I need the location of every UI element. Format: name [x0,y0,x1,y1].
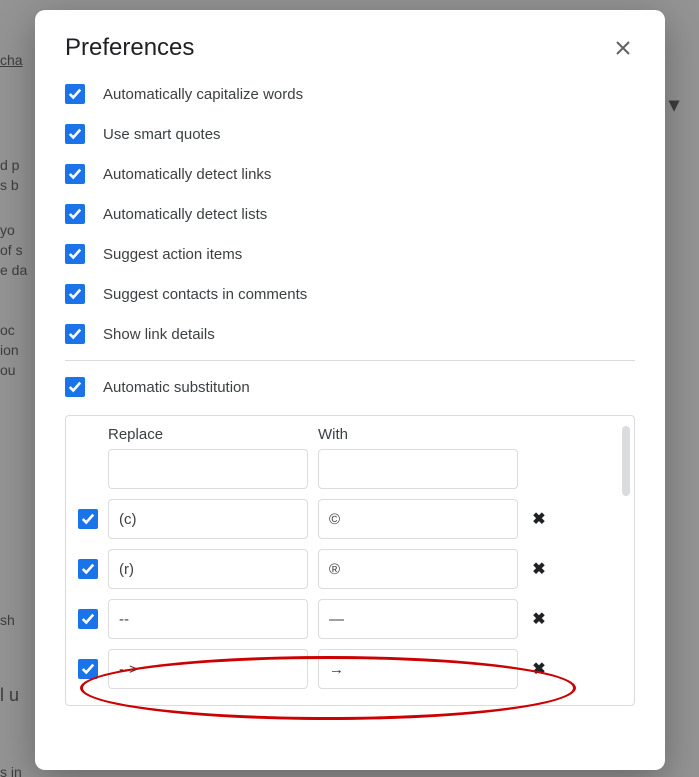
option-label: Automatic substitution [103,379,250,396]
row-checkbox[interactable] [78,609,98,629]
option-action-items[interactable]: Suggest action items [65,244,635,264]
table-row [78,449,622,489]
divider [65,360,635,361]
option-label: Suggest action items [103,246,242,263]
delete-row-button[interactable]: ✖ [528,609,550,629]
page-root: cha d p s b yo of s e da oc ion ou sh l … [0,0,699,777]
checkbox[interactable] [65,377,85,397]
checkbox[interactable] [65,284,85,304]
option-auto-capitalize[interactable]: Automatically capitalize words [65,84,635,104]
row-checkbox[interactable] [78,659,98,679]
dialog-title: Preferences [65,34,194,62]
delete-row-button[interactable]: ✖ [528,659,550,679]
general-options: Automatically capitalize words Use smart… [65,84,635,344]
table-row: ✖ [78,499,622,539]
replace-input[interactable] [108,649,308,689]
checkbox[interactable] [65,324,85,344]
option-label: Suggest contacts in comments [103,286,307,303]
table-header: Replace With [78,426,622,443]
row-checkbox[interactable] [78,509,98,529]
checkbox[interactable] [65,244,85,264]
option-suggest-contacts[interactable]: Suggest contacts in comments [65,284,635,304]
close-button[interactable] [611,36,635,60]
column-header-with: With [318,426,518,443]
column-header-replace: Replace [108,426,308,443]
preferences-dialog: Preferences Automatically capitalize wor… [35,10,665,770]
with-input[interactable] [318,499,518,539]
option-label: Automatically detect links [103,166,271,183]
replace-input[interactable] [108,549,308,589]
checkbox[interactable] [65,124,85,144]
close-icon [615,40,631,56]
with-input[interactable] [318,549,518,589]
checkbox[interactable] [65,164,85,184]
scrollbar[interactable] [622,426,630,496]
checkbox[interactable] [65,204,85,224]
option-label: Automatically detect lists [103,206,267,223]
option-detect-lists[interactable]: Automatically detect lists [65,204,635,224]
with-input[interactable] [318,599,518,639]
replace-input[interactable] [108,449,308,489]
replace-input[interactable] [108,599,308,639]
option-link-details[interactable]: Show link details [65,324,635,344]
with-input[interactable] [318,649,518,689]
replace-input[interactable] [108,499,308,539]
with-input[interactable] [318,449,518,489]
delete-row-button[interactable]: ✖ [528,559,550,579]
table-row: ✖ [78,649,622,689]
option-label: Show link details [103,326,215,343]
option-label: Automatically capitalize words [103,86,303,103]
delete-row-button[interactable]: ✖ [528,509,550,529]
table-row: ✖ [78,549,622,589]
table-row: ✖ [78,599,622,639]
substitution-table: Replace With ✖ [65,415,635,706]
checkbox[interactable] [65,84,85,104]
option-smart-quotes[interactable]: Use smart quotes [65,124,635,144]
option-auto-substitution[interactable]: Automatic substitution [65,377,635,397]
option-label: Use smart quotes [103,126,221,143]
option-detect-links[interactable]: Automatically detect links [65,164,635,184]
row-checkbox[interactable] [78,559,98,579]
